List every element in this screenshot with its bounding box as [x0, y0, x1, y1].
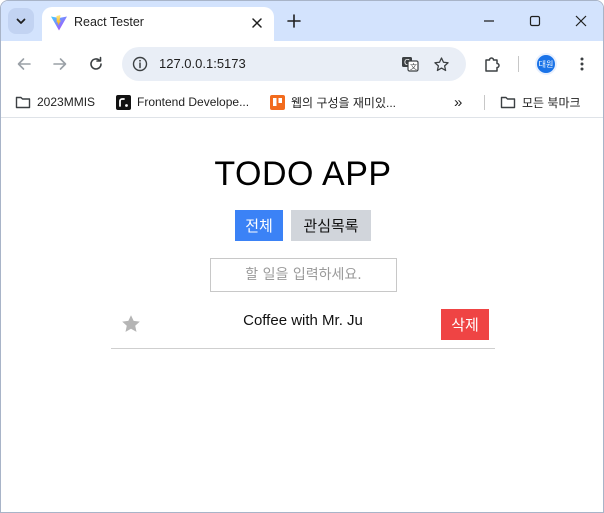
reload-icon: [90, 56, 102, 70]
page-content: TODO APP 전체 관심목록 Coffee with Mr. Ju 삭제: [1, 119, 603, 512]
todo-item: Coffee with Mr. Ju 삭제: [111, 302, 495, 349]
maximize-button[interactable]: [512, 1, 558, 41]
tab-strip: React Tester: [1, 1, 603, 41]
minimize-button[interactable]: [466, 1, 512, 41]
bookmark-label: Frontend Develope...: [137, 95, 250, 109]
more-bookmarks-button[interactable]: »: [454, 92, 462, 112]
bookmarks-bar: 2023MMIS Frontend Develope... 웹의 구성을 재미있…: [1, 86, 603, 118]
translate-icon: G文: [402, 57, 419, 72]
star-icon[interactable]: [120, 313, 142, 335]
back-button[interactable]: [11, 51, 37, 77]
delete-button[interactable]: 삭제: [441, 309, 489, 340]
bookmark-label: 웹의 구성을 재미있...: [291, 95, 396, 110]
browser-toolbar: 127.0.0.1:5173 G文 대원: [1, 41, 603, 86]
bookmark-label: 모든 북마크: [522, 95, 581, 110]
tab-close-button[interactable]: [246, 12, 268, 34]
tab-react-tester[interactable]: React Tester: [42, 7, 274, 41]
tab-title: React Tester: [74, 15, 144, 29]
close-icon: [252, 18, 262, 28]
todo-text: Coffee with Mr. Ju: [243, 312, 363, 329]
all-bookmarks-button[interactable]: 모든 북마크: [500, 92, 581, 112]
bookmark-web-structure[interactable]: 웹의 구성을 재미있...: [269, 92, 396, 112]
bookmark-star-button[interactable]: [430, 53, 452, 75]
page-title: TODO APP: [214, 155, 392, 193]
info-icon: [132, 56, 148, 72]
address-bar[interactable]: 127.0.0.1:5173 G文: [122, 47, 466, 81]
site-info-button[interactable]: [128, 52, 152, 76]
close-icon: [575, 15, 587, 27]
more-vert-icon: [580, 57, 584, 71]
bookmark-frontend-developer[interactable]: Frontend Develope...: [115, 92, 249, 112]
menu-button[interactable]: [569, 51, 595, 77]
bookmarks-separator: [484, 95, 485, 110]
url-text: 127.0.0.1:5173: [159, 56, 246, 71]
bookmark-2023mmis[interactable]: 2023MMIS: [15, 92, 95, 112]
arrow-right-icon: [53, 58, 67, 70]
maximize-icon: [529, 15, 541, 27]
browser-window: React Tester 127.0.0.1:5173 G 文 대원 2023M…: [0, 0, 604, 513]
translate-button[interactable]: G文: [399, 53, 421, 75]
folder-icon: [500, 94, 516, 110]
puzzle-icon: [485, 57, 500, 72]
filter-favorites-button[interactable]: 관심목록: [291, 210, 371, 241]
bookmark-label: 2023MMIS: [37, 95, 96, 109]
tab-search-button[interactable]: [8, 8, 34, 34]
profile-avatar[interactable]: 대원: [535, 53, 557, 75]
window-close-button[interactable]: [558, 1, 603, 41]
arrow-left-icon: [17, 58, 31, 70]
filter-all-button[interactable]: 전체: [235, 210, 283, 241]
new-tab-button[interactable]: [282, 9, 306, 33]
extensions-button[interactable]: [479, 51, 505, 77]
chevron-down-icon: [16, 18, 26, 24]
svg-text:文: 文: [410, 62, 417, 71]
orange-favicon: [269, 94, 285, 110]
roadmap-favicon: [115, 94, 131, 110]
todo-input[interactable]: [210, 258, 397, 292]
star-outline-icon: [433, 56, 449, 71]
forward-button[interactable]: [47, 51, 73, 77]
vite-favicon: [51, 15, 67, 31]
folder-icon: [15, 94, 31, 110]
minimize-icon: [484, 20, 494, 22]
toolbar-separator: [518, 56, 519, 72]
reload-button[interactable]: [83, 51, 109, 77]
plus-icon: [287, 14, 301, 28]
